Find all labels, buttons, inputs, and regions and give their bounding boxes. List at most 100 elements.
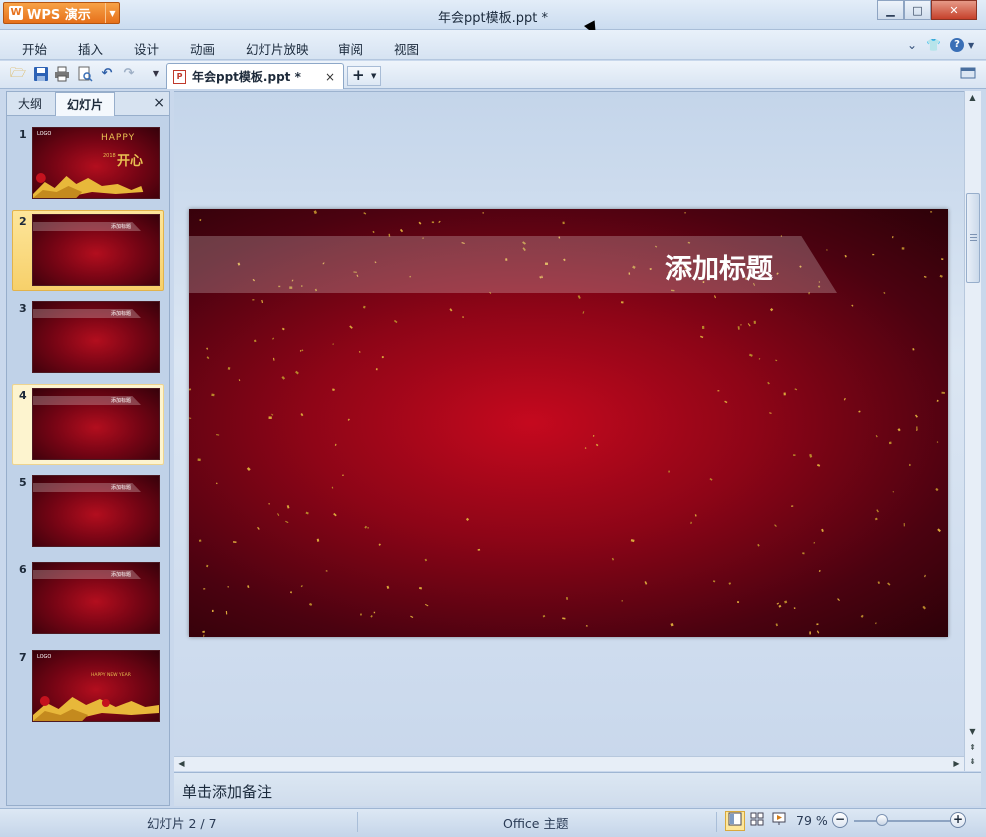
menu-design[interactable]: 设计: [134, 39, 159, 58]
confetti-piece: [381, 356, 384, 359]
slide-thumbnail-4[interactable]: 4 添加标题: [7, 384, 169, 466]
confetti-piece: [816, 463, 821, 467]
notes-placeholder[interactable]: 单击添加备注: [182, 781, 272, 802]
confetti-piece: [802, 552, 805, 555]
confetti-piece: [875, 435, 878, 438]
slide-sorter-view-icon[interactable]: [747, 811, 767, 831]
slide-kai-text: 开心: [117, 154, 144, 169]
vertical-scrollbar[interactable]: ▲ ▼ ⇞ ⇟: [964, 91, 981, 771]
slide-happy-text: HAPPY: [101, 133, 136, 143]
confetti-piece: [901, 247, 905, 250]
confetti-piece: [313, 210, 318, 215]
menu-insert[interactable]: 插入: [78, 39, 103, 58]
zoom-slider-knob[interactable]: [875, 814, 888, 826]
restore-layout-icon[interactable]: [960, 66, 976, 82]
confetti-piece: [821, 528, 824, 532]
slide-thumbnail-1[interactable]: 1 LOGO HAPPY 2018 开心: [7, 125, 169, 205]
slide-editor-area[interactable]: 添加标题: [174, 91, 964, 756]
slide-thumbnail-3[interactable]: 3 添加标题: [7, 299, 169, 379]
confetti-piece: [418, 221, 422, 225]
slideshow-view-icon[interactable]: [769, 811, 789, 831]
confetti-piece: [542, 614, 546, 618]
slide-thumbnail-7[interactable]: 7 LOGO HAPPY NEW YEAR: [7, 648, 169, 728]
zoom-out-button[interactable]: −: [832, 812, 848, 828]
confetti-piece: [334, 443, 337, 446]
confetti-piece: [888, 441, 892, 445]
confetti-piece: [936, 399, 939, 402]
confetti-piece: [370, 615, 373, 618]
print-preview-icon[interactable]: [77, 66, 93, 82]
theme-name[interactable]: Office 主题: [503, 813, 568, 832]
confetti-piece: [813, 541, 816, 544]
confetti-piece: [316, 538, 320, 542]
confetti-piece: [892, 235, 894, 239]
scroll-down-icon[interactable]: ▼: [965, 725, 980, 739]
confetti-piece: [410, 615, 414, 618]
chevron-down-icon[interactable]: ▼: [371, 68, 376, 85]
close-tab-icon[interactable]: ×: [325, 70, 335, 84]
current-slide[interactable]: 添加标题: [189, 209, 948, 637]
document-tab[interactable]: P 年会ppt模板.ppt * ×: [166, 63, 344, 89]
confetti-piece: [203, 634, 205, 637]
confetti-piece: [941, 391, 945, 394]
scrollbar-thumb[interactable]: [966, 193, 980, 283]
customize-icon[interactable]: ▼: [148, 66, 164, 82]
slide-number: 6: [19, 563, 27, 576]
slide-thumbnail-5[interactable]: 5 添加标题: [7, 473, 169, 553]
normal-view-icon[interactable]: [725, 811, 745, 831]
menu-home[interactable]: 开始: [22, 39, 47, 58]
zoom-slider-track[interactable]: [854, 820, 950, 822]
slide-thumbnail-2[interactable]: 2 添加标题: [7, 210, 169, 292]
undo-icon[interactable]: ↶: [99, 66, 115, 82]
confetti-piece: [286, 505, 290, 509]
confetti-piece: [712, 580, 716, 583]
confetti-piece: [332, 343, 334, 345]
open-folder-icon[interactable]: 🗁: [10, 66, 26, 82]
confetti-piece: [462, 316, 465, 318]
horizontal-scrollbar[interactable]: ◀ ▶: [174, 756, 964, 771]
confetti-piece: [736, 601, 740, 604]
help-icon[interactable]: ?: [950, 38, 964, 52]
scroll-right-icon[interactable]: ▶: [949, 757, 964, 771]
confetti-piece: [769, 412, 772, 414]
zoom-in-button[interactable]: +: [950, 812, 966, 828]
confetti-piece: [300, 585, 303, 588]
slide-title-placeholder[interactable]: 添加标题: [665, 247, 773, 286]
close-pane-icon[interactable]: ×: [153, 95, 165, 111]
notes-pane[interactable]: 单击添加备注: [174, 772, 981, 806]
chevron-down-icon[interactable]: ⌄: [907, 38, 917, 52]
slide-thumbnail-6[interactable]: 6 添加标题: [7, 560, 169, 640]
print-icon[interactable]: [54, 66, 70, 82]
close-button[interactable]: ✕: [931, 0, 977, 20]
maximize-button[interactable]: □: [904, 0, 931, 20]
confetti-piece: [268, 503, 270, 505]
save-icon[interactable]: [33, 66, 49, 82]
new-tab-button[interactable]: + ▼: [347, 66, 381, 86]
slide-number: 7: [19, 651, 27, 664]
shirt-icon[interactable]: 👕: [926, 38, 941, 52]
slides-pane: 大纲 幻灯片 × 1 LOGO HAPPY 2018 开心 2 添加标题 3 添…: [6, 91, 170, 806]
menu-slideshow[interactable]: 幻灯片放映: [246, 39, 309, 58]
gold-ribbon-graphic: [33, 173, 144, 198]
plus-icon: +: [352, 66, 365, 84]
menu-view[interactable]: 视图: [394, 39, 419, 58]
scroll-up-icon[interactable]: ▲: [965, 91, 980, 105]
tab-slides[interactable]: 幻灯片: [55, 92, 115, 116]
confetti-piece: [937, 528, 941, 533]
scroll-left-icon[interactable]: ◀: [174, 757, 189, 771]
previous-slide-icon[interactable]: ⇞: [965, 741, 980, 755]
tab-outline[interactable]: 大纲: [7, 92, 53, 116]
next-slide-icon[interactable]: ⇟: [965, 755, 980, 769]
slide-hny-text: HAPPY NEW YEAR: [91, 673, 131, 678]
confetti-piece: [826, 249, 828, 251]
menu-animation[interactable]: 动画: [190, 39, 215, 58]
confetti-piece: [837, 598, 840, 602]
redo-icon[interactable]: ↷: [121, 66, 137, 82]
confetti-piece: [740, 324, 742, 326]
minimize-button[interactable]: ▁: [877, 0, 904, 20]
confetti-piece: [582, 311, 585, 314]
help-dropdown-icon[interactable]: ▼: [968, 41, 974, 50]
menu-review[interactable]: 审阅: [338, 39, 363, 58]
slide-preview: LOGO HAPPY NEW YEAR: [32, 650, 160, 722]
confetti-piece: [748, 353, 753, 357]
